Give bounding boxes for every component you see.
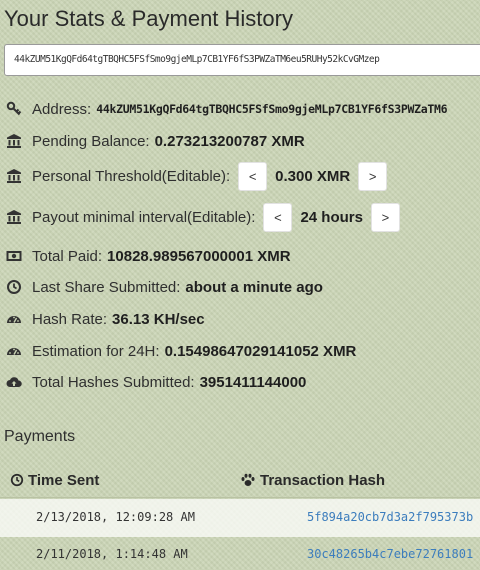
pending-balance-label: Pending Balance: [32,132,150,150]
transaction-hash-link[interactable]: 5f894a20cb7d3a2f795373b [307,510,473,524]
interval-increase-button[interactable]: > [370,202,400,232]
last-share-label: Last Share Submitted: [32,278,181,296]
estimation-value: 0.15498647029141052 XMR [164,342,357,360]
hash-rate-value: 36.13 KH/sec [112,310,205,328]
table-header-divider [0,497,480,498]
total-hashes-row: Total Hashes Submitted: 3951411144000 [4,369,306,395]
payment-time: 2/11/2018, 1:14:48 AM [36,547,188,561]
dashboard-icon [4,341,24,361]
hash-rate-label: Hash Rate: [32,310,108,328]
bank-icon [4,131,24,151]
transaction-hash-header[interactable]: Transaction Hash [240,470,385,490]
page-title: Your Stats & Payment History [4,6,293,31]
clock-icon [10,473,24,487]
paw-icon [241,473,255,486]
total-paid-row: Total Paid: 10828.989567000001 XMR [4,243,291,269]
time-sent-header-label: Time Sent [28,471,100,489]
pending-balance-row: Pending Balance: 0.273213200787 XMR [4,128,305,154]
hash-rate-row: Hash Rate: 36.13 KH/sec [4,306,205,332]
total-paid-value: 10828.989567000001 XMR [107,247,291,265]
threshold-decrease-button[interactable]: < [238,161,268,191]
interval-decrease-button[interactable]: < [263,202,293,232]
bank-icon [4,207,24,227]
total-hashes-value: 3951411144000 [199,373,307,391]
personal-threshold-label: Personal Threshold(Editable): [32,167,231,185]
money-icon [4,246,24,266]
address-input[interactable]: 44kZUM51KgQFd64tgTBQHC5FSfSmo9gjeMLp7CB1… [4,44,480,76]
payout-interval-value: 24 hours [300,208,363,226]
payment-time: 2/13/2018, 12:09:28 AM [36,510,195,524]
last-share-row: Last Share Submitted: about a minute ago [4,274,323,300]
payments-heading: Payments [4,428,76,445]
time-sent-header[interactable]: Time Sent [10,470,99,490]
address-value: 44kZUM51KgQFd64tgTBQHC5FSfSmo9gjeMLp7CB1… [96,102,448,116]
payout-interval-row: Payout minimal interval(Editable): < 24 … [4,202,408,232]
last-share-value: about a minute ago [185,278,323,296]
address-label: Address: [32,100,92,118]
pending-balance-value: 0.273213200787 XMR [154,132,305,150]
table-row: 2/13/2018, 12:09:28 AM 5f894a20cb7d3a2f7… [0,499,480,537]
bank-icon [4,166,24,186]
threshold-increase-button[interactable]: > [358,161,388,191]
personal-threshold-value: 0.300 XMR [275,167,351,185]
estimation-label: Estimation for 24H: [32,342,160,360]
transaction-hash-link[interactable]: 30c48265b4c7ebe72761801 [307,547,473,561]
transaction-hash-header-label: Transaction Hash [260,471,386,489]
estimation-row: Estimation for 24H: 0.15498647029141052 … [4,338,356,364]
key-icon [4,99,24,119]
total-hashes-label: Total Hashes Submitted: [32,373,195,391]
clock-icon [4,277,24,297]
cloud-upload-icon [4,372,24,392]
dashboard-icon [4,309,24,329]
table-row: 2/11/2018, 1:14:48 AM 30c48265b4c7ebe727… [0,536,480,570]
total-paid-label: Total Paid: [32,247,103,265]
payout-interval-label: Payout minimal interval(Editable): [32,208,256,226]
personal-threshold-row: Personal Threshold(Editable): < 0.300 XM… [4,161,395,191]
address-row: Address: 44kZUM51KgQFd64tgTBQHC5FSfSmo9g… [4,96,448,122]
